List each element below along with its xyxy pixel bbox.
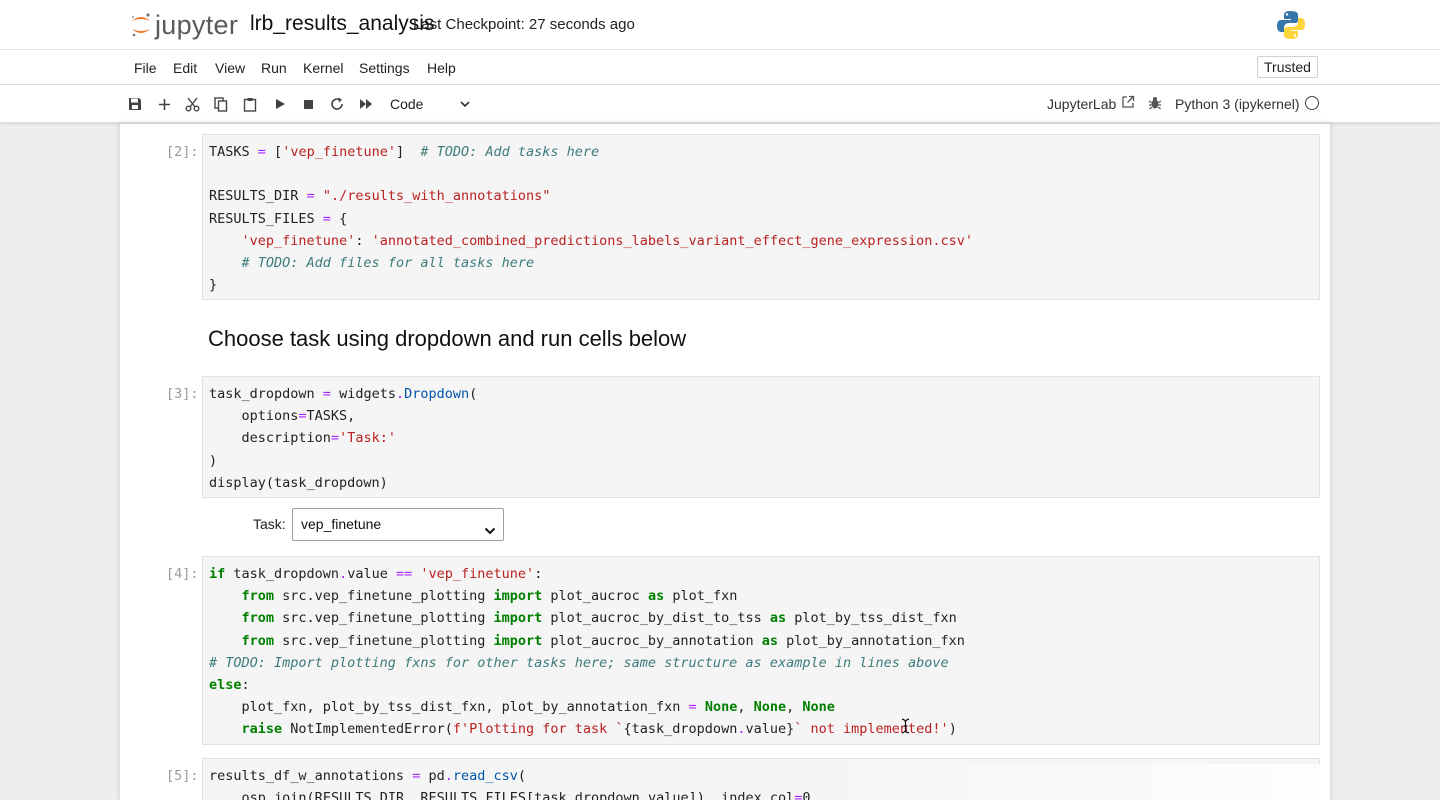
code-line: options=TASKS,	[209, 408, 356, 425]
code-line: }	[209, 277, 218, 294]
code-line: # TODO: Add files for all tasks here	[241, 254, 535, 271]
menu-settings[interactable]: Settings	[359, 60, 410, 76]
code-line: if task_dropdown.value == 'vep_finetune'…	[209, 566, 543, 582]
code-line: )	[209, 452, 218, 469]
code-line: from src.vep_finetune_plotting import pl…	[241, 632, 965, 649]
jupyterlab-link[interactable]: JupyterLab	[1047, 96, 1116, 112]
menu-view[interactable]: View	[215, 60, 245, 76]
logo-text: jupyter	[155, 9, 239, 40]
code-line: else:	[209, 676, 250, 693]
debugger-bug-icon[interactable]	[1148, 96, 1162, 115]
code-line: # TODO: Import plotting fxns for other t…	[209, 654, 949, 671]
menu-help[interactable]: Help	[427, 60, 456, 76]
code-line: description='Task:'	[209, 430, 396, 447]
copy-icon[interactable]	[212, 95, 230, 113]
cell-prompt: [2]:	[166, 144, 199, 160]
code-line: RESULTS_DIR = "./results_with_annotation…	[209, 188, 551, 205]
add-cell-icon[interactable]	[155, 95, 173, 113]
code-line: RESULTS_FILES = {	[209, 210, 348, 227]
cell-prompt: [3]:	[166, 386, 199, 402]
code-line: 'vep_finetune': 'annotated_combined_pred…	[241, 232, 974, 249]
paste-icon[interactable]	[241, 95, 259, 113]
code-cell-2[interactable]: TASKS = ['vep_finetune'] # TODO: Add tas…	[202, 134, 1320, 300]
task-dropdown-label: Task:	[253, 516, 286, 532]
code-cell-4[interactable]: if task_dropdown.value == 'vep_finetune'…	[202, 556, 1320, 745]
code-line: from src.vep_finetune_plotting import pl…	[241, 588, 738, 605]
menu-bar: File Edit View Run Kernel Settings Help …	[0, 50, 1440, 85]
top-bar: jupyter lrb_results_analysis Last Checkp…	[0, 0, 1440, 50]
chevron-down-icon	[459, 93, 471, 117]
code-line: raise NotImplementedError(f'Plotting for…	[241, 721, 957, 738]
cell-type-value: Code	[390, 96, 424, 112]
run-all-icon[interactable]	[357, 95, 375, 113]
kernel-name[interactable]: Python 3 (ipykernel)	[1175, 96, 1300, 112]
code-line: task_dropdown = widgets.Dropdown(	[209, 386, 478, 402]
checkpoint-status: Last Checkpoint: 27 seconds ago	[413, 16, 635, 33]
kernel-idle-indicator-icon	[1305, 96, 1319, 110]
code-cell-3[interactable]: task_dropdown = widgets.Dropdown( option…	[202, 376, 1320, 498]
external-link-icon[interactable]	[1121, 95, 1135, 114]
task-dropdown[interactable]: vep_finetune	[292, 508, 504, 541]
scroll-fade	[820, 764, 1330, 800]
trusted-badge[interactable]: Trusted	[1257, 56, 1318, 78]
cut-icon[interactable]	[183, 95, 201, 113]
markdown-heading: Choose task using dropdown and run cells…	[208, 326, 687, 351]
menu-kernel[interactable]: Kernel	[303, 60, 343, 76]
notebook-toolbar: Code JupyterLab Python 3 (ipykernel)	[0, 85, 1440, 123]
menu-file[interactable]: File	[134, 60, 157, 76]
code-line: display(task_dropdown)	[209, 474, 388, 491]
cell-prompt: [4]:	[166, 566, 199, 582]
cell-prompt: [5]:	[166, 768, 199, 784]
restart-icon[interactable]	[328, 95, 346, 113]
code-line: TASKS = ['vep_finetune'] # TODO: Add tas…	[209, 144, 600, 160]
run-icon[interactable]	[271, 95, 289, 113]
notebook-panel[interactable]: [2]: TASKS = ['vep_finetune'] # TODO: Ad…	[120, 124, 1330, 800]
menu-edit[interactable]: Edit	[173, 60, 197, 76]
notebook-title[interactable]: lrb_results_analysis	[250, 12, 434, 36]
stop-icon[interactable]	[299, 95, 317, 113]
text-cursor-icon	[901, 718, 910, 739]
cell-type-select[interactable]: Code	[383, 92, 475, 116]
menu-run[interactable]: Run	[261, 60, 287, 76]
chevron-down-icon	[483, 518, 497, 549]
jupyter-logo-icon	[132, 13, 150, 37]
python-logo-icon	[1277, 10, 1305, 45]
jupyter-logo[interactable]: jupyter	[130, 6, 238, 44]
task-dropdown-value: vep_finetune	[301, 516, 382, 532]
code-line: plot_fxn, plot_by_tss_dist_fxn, plot_by_…	[209, 699, 835, 716]
code-line: from src.vep_finetune_plotting import pl…	[241, 610, 957, 627]
save-icon[interactable]	[126, 95, 144, 113]
